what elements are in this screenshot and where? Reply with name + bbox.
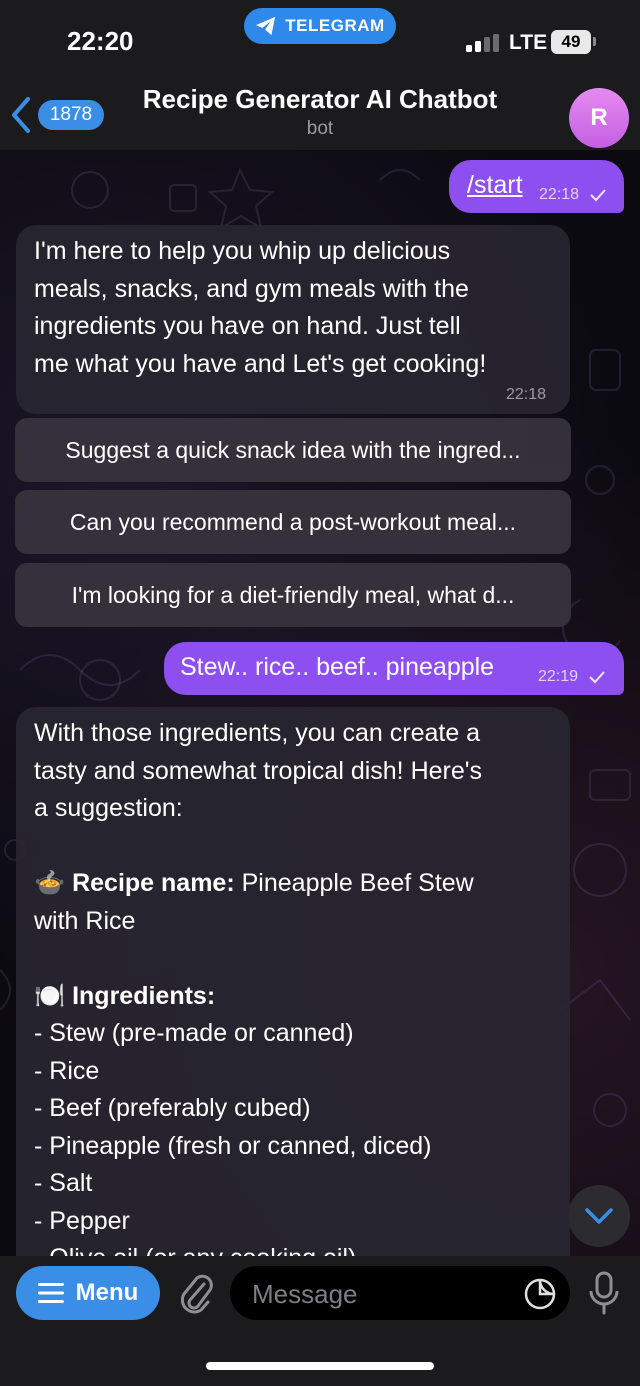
menu-button-label: Menu [75, 1279, 139, 1306]
telegram-plane-icon [256, 16, 276, 36]
battery-level: 49 [551, 30, 591, 54]
message-line: ingredients you have on hand. Just tell [34, 312, 461, 340]
recipe-name-value: Pineapple Beef Stew [241, 869, 474, 897]
ingredient-item: - Stew (pre-made or canned) [34, 1019, 354, 1047]
stew-emoji: 🍲 [34, 869, 66, 897]
ingredients-heading: 🍽️ Ingredients: [34, 981, 216, 1010]
unread-count-badge: 1878 [38, 100, 104, 130]
message-line: a suggestion: [34, 794, 183, 822]
outgoing-message-ingredients[interactable]: Stew.. rice.. beef.. pineapple 22:19 [164, 642, 624, 695]
home-indicator [206, 1362, 434, 1370]
back-button[interactable]: 1878 [8, 94, 108, 136]
incoming-message-welcome[interactable]: I'm here to help you whip up delicious m… [16, 225, 570, 414]
plate-emoji: 🍽️ [34, 981, 66, 1010]
chevron-down-icon [585, 1208, 613, 1224]
battery-nub [593, 37, 596, 46]
signal-bars-icon [466, 34, 499, 52]
recipe-name-continued: with Rice [34, 906, 136, 935]
microphone-icon[interactable] [588, 1270, 620, 1316]
ingredient-item: - Pepper [34, 1206, 130, 1235]
message-line: With those ingredients, you can create a [34, 719, 481, 747]
message-line: tasty and somewhat tropical dish! Here's [34, 756, 483, 785]
bot-menu-button[interactable]: Menu [16, 1266, 160, 1320]
network-type: LTE [509, 31, 548, 54]
chat-header: Recipe Generator AI Chatbot bot 1878 R [0, 80, 640, 150]
outgoing-message-start[interactable]: /start 22:18 [449, 160, 624, 213]
scroll-to-bottom-button[interactable] [568, 1185, 630, 1247]
menu-lines-icon [37, 1283, 64, 1303]
telegram-app-pill[interactable]: TELEGRAM [244, 8, 396, 44]
message-input[interactable] [250, 1266, 524, 1322]
message-line: me what you have and Let's get cooking! [34, 349, 487, 378]
suggestion-button-snack[interactable]: Suggest a quick snack idea with the ingr… [15, 418, 571, 482]
ingredient-item: - Beef (preferably cubed) [34, 1094, 311, 1122]
chevron-left-icon [12, 97, 30, 133]
status-time: 22:20 [67, 26, 134, 56]
status-bar: 22:20 TELEGRAM LTE 49 [0, 0, 640, 80]
paperclip-icon[interactable] [176, 1270, 216, 1316]
incoming-message-recipe[interactable]: With those ingredients, you can create a… [16, 707, 570, 1256]
suggestion-button-post-workout[interactable]: Can you recommend a post-workout meal... [15, 490, 571, 554]
message-time: 22:18 [539, 186, 580, 203]
message-time: 22:18 [506, 386, 547, 403]
ingredient-item: - Olive oil (or any cooking oil) [34, 1240, 554, 1256]
sticker-icon[interactable] [522, 1276, 558, 1312]
recipe-name-label: Recipe name [72, 869, 227, 897]
message-text: Stew.. rice.. beef.. pineapple [180, 653, 495, 681]
ingredient-item: - Salt [34, 1169, 93, 1197]
bot-avatar[interactable]: R [569, 88, 629, 148]
message-input-container [230, 1266, 570, 1322]
check-icon [589, 671, 605, 684]
start-command-link[interactable]: /start [467, 171, 523, 200]
message-line: I'm here to help you whip up delicious [34, 237, 451, 265]
check-icon [590, 189, 606, 202]
telegram-pill-label: TELEGRAM [285, 16, 385, 35]
suggestion-button-diet[interactable]: I'm looking for a diet-friendly meal, wh… [15, 563, 571, 627]
message-time: 22:19 [538, 668, 579, 685]
recipe-name-line: 🍲 Recipe name: Pineapple Beef Stew [34, 869, 474, 897]
message-line: meals, snacks, and gym meals with the [34, 274, 469, 303]
ingredients-label: Ingredients [72, 981, 207, 1010]
ingredient-item: - Rice [34, 1056, 100, 1085]
composer-bar: Menu [0, 1256, 640, 1386]
ingredient-item: - Pineapple (fresh or canned, diced) [34, 1131, 432, 1160]
